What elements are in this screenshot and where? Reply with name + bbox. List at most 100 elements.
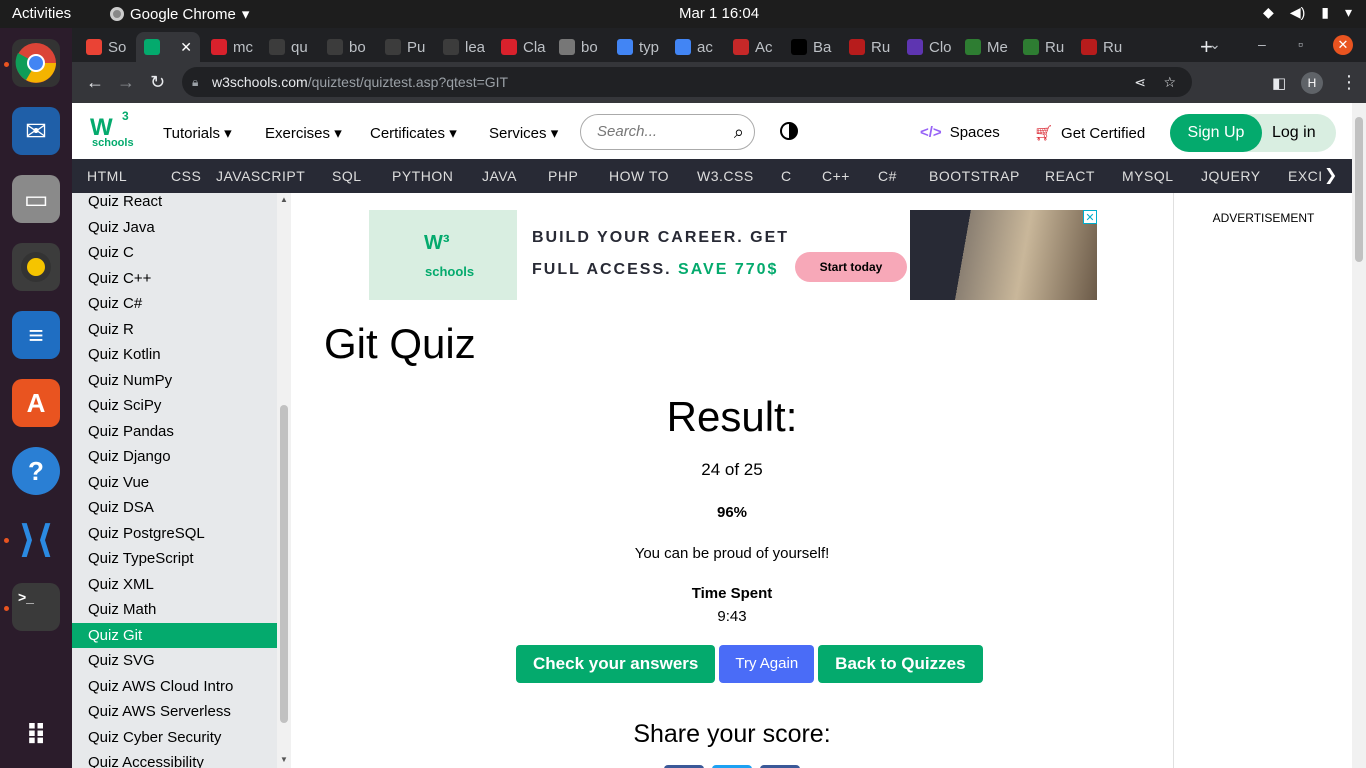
thunderbird-icon[interactable]: ✉	[12, 107, 60, 155]
browser-tab[interactable]: qu	[261, 32, 316, 62]
sidebar-item[interactable]: Quiz Cyber Security	[72, 725, 277, 750]
profile-avatar[interactable]: H	[1301, 72, 1323, 94]
app-menu[interactable]: Google Chrome ▾	[110, 5, 249, 23]
sidebar-item[interactable]: Quiz XML	[72, 572, 277, 597]
writer-icon[interactable]: ≡	[12, 311, 60, 359]
topic-link[interactable]: W3.CSS	[697, 168, 754, 184]
topic-link[interactable]: MYSQL	[1122, 168, 1174, 184]
app-center-icon[interactable]: A	[12, 379, 60, 427]
sidebar-item[interactable]: Quiz SVG	[72, 648, 277, 673]
bookmark-star-icon[interactable]: ☆	[1163, 67, 1176, 97]
sidebar-item[interactable]: Quiz Git	[72, 622, 277, 648]
files-icon[interactable]: ▭	[12, 175, 60, 223]
topic-link[interactable]: EXCI	[1288, 168, 1323, 184]
tab-search-icon[interactable]: ⌄	[1209, 36, 1221, 53]
topic-link[interactable]: PYTHON	[392, 168, 453, 184]
sidebar-item[interactable]: Quiz DSA	[72, 495, 277, 520]
show-apps-icon[interactable]: ⠿	[12, 711, 60, 759]
topic-link[interactable]: C++	[822, 168, 850, 184]
chevron-right-icon[interactable]: ❯	[1324, 165, 1338, 185]
browser-tab[interactable]: Cla	[493, 32, 548, 62]
scroll-down-icon[interactable]: ▼	[280, 755, 288, 764]
reload-icon[interactable]: ↻	[150, 72, 165, 93]
topic-link[interactable]: C#	[878, 168, 897, 184]
browser-tab[interactable]: lea	[435, 32, 490, 62]
browser-tab[interactable]: Clo	[899, 32, 954, 62]
sidebar-item[interactable]: Quiz Django	[72, 444, 277, 469]
back-icon[interactable]: ←	[86, 72, 104, 93]
ad-start-today-button[interactable]: Start today	[795, 252, 907, 282]
dark-mode-toggle-icon[interactable]	[780, 122, 798, 140]
sidebar-item[interactable]: Quiz Accessibility	[72, 750, 277, 768]
share-icon[interactable]: ⋖	[1134, 67, 1146, 97]
browser-tab[interactable]: ac	[667, 32, 722, 62]
topic-link[interactable]: REACT	[1045, 168, 1095, 184]
browser-tab[interactable]: typ	[609, 32, 664, 62]
browser-tab[interactable]: Ru	[1073, 32, 1128, 62]
sidebar-scroll-thumb[interactable]	[280, 405, 288, 723]
sidebar-item[interactable]: Quiz C	[72, 240, 277, 265]
sidebar-item[interactable]: Quiz R	[72, 317, 277, 342]
search-input[interactable]: Search... ⌕	[580, 114, 755, 150]
sidebar-item[interactable]: Quiz Kotlin	[72, 342, 277, 367]
side-panel-icon[interactable]: ◧	[1272, 74, 1286, 92]
page-scroll-thumb[interactable]	[1355, 117, 1363, 262]
sidebar-item[interactable]: Quiz C#	[72, 291, 277, 316]
sidebar-item[interactable]: Quiz Pandas	[72, 419, 277, 444]
w3schools-logo[interactable]: W 3 schools	[90, 109, 134, 151]
sidebar-item[interactable]: Quiz Math	[72, 597, 277, 622]
get-certified-link[interactable]: 🛒︎ Get Certified	[1034, 124, 1145, 142]
scroll-up-icon[interactable]: ▲	[280, 195, 288, 204]
address-bar[interactable]: 🔒︎ w3schools.com/quiztest/quiztest.asp?qt…	[182, 67, 1192, 97]
menu-exercises[interactable]: Exercises ▾	[265, 124, 342, 142]
topic-link[interactable]: CSS	[171, 168, 201, 184]
browser-tab[interactable]: Ru	[841, 32, 896, 62]
topic-link[interactable]: BOOTSTRAP	[929, 168, 1020, 184]
close-tab-icon[interactable]: ✕	[180, 39, 200, 56]
browser-tab[interactable]: Ac	[725, 32, 780, 62]
browser-tab[interactable]: Ba	[783, 32, 838, 62]
sidebar-item[interactable]: Quiz React	[72, 193, 277, 214]
browser-tab[interactable]: ✕	[136, 32, 200, 62]
vscode-icon[interactable]: ⟩⟨	[12, 515, 60, 563]
system-tray[interactable]: ◆ ◀) ▮ ▾	[1263, 4, 1352, 21]
sidebar-item[interactable]: Quiz AWS Cloud Intro	[72, 674, 277, 699]
topic-link[interactable]: PHP	[548, 168, 578, 184]
log-in-button[interactable]: Log in	[1272, 114, 1316, 152]
topic-link[interactable]: SQL	[332, 168, 362, 184]
sidebar-item[interactable]: Quiz SciPy	[72, 393, 277, 418]
topic-link[interactable]: C	[781, 168, 792, 184]
browser-tab[interactable]: bo	[319, 32, 374, 62]
menu-tutorials[interactable]: Tutorials ▾	[163, 124, 232, 142]
sign-up-button[interactable]: Sign Up	[1170, 114, 1262, 152]
rhythmbox-icon[interactable]	[12, 243, 60, 291]
menu-certificates[interactable]: Certificates ▾	[370, 124, 457, 142]
clock[interactable]: Mar 1 16:04	[679, 5, 759, 22]
sidebar-item[interactable]: Quiz AWS Serverless	[72, 699, 277, 724]
sidebar-item[interactable]: Quiz Vue	[72, 470, 277, 495]
browser-tab[interactable]: mc	[203, 32, 258, 62]
sidebar-item[interactable]: Quiz C++	[72, 266, 277, 291]
browser-tab[interactable]: Me	[957, 32, 1012, 62]
forward-icon[interactable]: →	[117, 72, 135, 93]
search-icon[interactable]: ⌕	[734, 115, 744, 149]
page-scrollbar[interactable]	[1352, 103, 1366, 768]
topic-link[interactable]: HTML	[87, 168, 127, 184]
browser-tab[interactable]: Pu	[377, 32, 432, 62]
sidebar-item[interactable]: Quiz Java	[72, 215, 277, 240]
sidebar-scrollbar[interactable]: ▲ ▼	[277, 193, 291, 768]
more-menu-icon[interactable]: ⋮	[1340, 72, 1358, 93]
try-again-button[interactable]: Try Again	[719, 645, 815, 683]
topic-link[interactable]: JAVA	[482, 168, 517, 184]
terminal-icon[interactable]: >_	[12, 583, 60, 631]
sidebar-item[interactable]: Quiz NumPy	[72, 368, 277, 393]
topic-link[interactable]: JQUERY	[1201, 168, 1261, 184]
activities-button[interactable]: Activities	[12, 5, 71, 22]
back-to-quizzes-button[interactable]: Back to Quizzes	[818, 645, 983, 683]
lock-icon[interactable]: 🔒︎	[192, 67, 198, 97]
maximize-icon[interactable]: ▫	[1298, 36, 1303, 52]
ad-close-icon[interactable]: ✕	[1083, 210, 1097, 224]
chrome-icon[interactable]	[12, 39, 60, 87]
help-icon[interactable]: ?	[12, 447, 60, 495]
check-answers-button[interactable]: Check your answers	[516, 645, 716, 683]
